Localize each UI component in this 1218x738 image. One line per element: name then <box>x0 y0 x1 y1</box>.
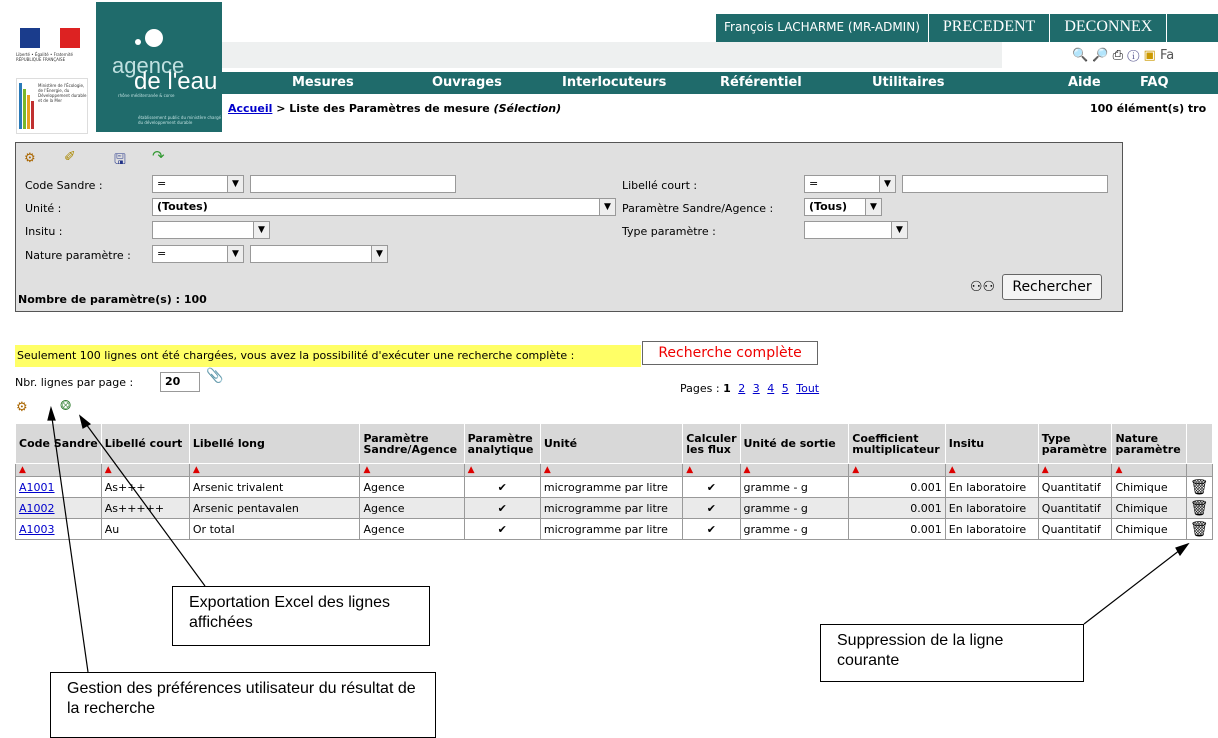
callout-excel-export: Exportation Excel des lignes affichées <box>172 586 430 646</box>
callout-user-preferences: Gestion des préférences utilisateur du r… <box>50 672 436 738</box>
callout-delete-row: Suppression de la ligne courante <box>820 624 1084 682</box>
